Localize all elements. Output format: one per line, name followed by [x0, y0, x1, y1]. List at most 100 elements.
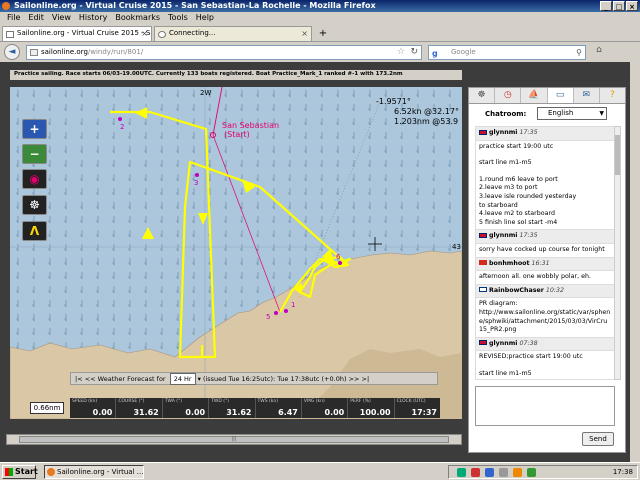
- site-identity-icon: [30, 49, 38, 56]
- tab-sailonline[interactable]: Sailonline.org - Virtual Cruise 2015 - S…: [2, 26, 152, 41]
- instrument-panel: SPEED (kn) 0.00 COURSE (°) 31.62 TWA (°) 0.…: [70, 398, 440, 418]
- tab-chat[interactable]: ▭: [547, 88, 574, 103]
- zoom-out-button[interactable]: −: [22, 144, 47, 164]
- mark-3: [195, 173, 199, 177]
- search-bar[interactable]: g Google ⚲: [428, 45, 586, 60]
- compass-button[interactable]: ◉: [22, 169, 47, 189]
- firefox-icon: [47, 468, 55, 476]
- chat-message-body: afternoon all. one wobbly polar, eh.: [476, 271, 614, 285]
- instrument-value: 0.00: [324, 408, 345, 417]
- instrument-clock: CLOCK (UTC) 17:37: [395, 398, 440, 418]
- horizontal-scrollbar[interactable]: |||: [6, 434, 462, 445]
- url-bar[interactable]: sailonline.org/windy/run/801/ ☆ ↻: [26, 45, 422, 60]
- scrollbar-thumb[interactable]: [615, 135, 620, 175]
- zoom-in-button[interactable]: +: [22, 119, 47, 139]
- search-icon[interactable]: ⚲: [576, 46, 582, 59]
- volume-icon[interactable]: [499, 468, 508, 477]
- send-button[interactable]: Send: [582, 432, 614, 446]
- minimize-button[interactable]: _: [600, 1, 612, 11]
- tab-messages[interactable]: ✉: [574, 88, 600, 103]
- message-author[interactable]: glynnmi: [489, 340, 517, 347]
- menu-bar: File Edit View History Bookmarks Tools H…: [0, 12, 640, 24]
- home-button[interactable]: ⌂: [592, 45, 606, 59]
- message-gap: [479, 362, 611, 370]
- instrument-label: COURSE (°): [118, 399, 145, 404]
- reload-icon[interactable]: ↻: [410, 46, 418, 59]
- mark-label-1: 1: [291, 301, 296, 309]
- close-button[interactable]: ×: [626, 1, 638, 11]
- message-line: PR diagram:: [479, 300, 518, 308]
- taskbar-firefox[interactable]: Sailonline.org - Virtual ...: [44, 465, 144, 479]
- app-icon[interactable]: [527, 468, 536, 477]
- chat-scrollbar[interactable]: [614, 126, 621, 380]
- instrument-twa[interactable]: TWA (°) 0.00: [163, 398, 210, 418]
- tab-clock[interactable]: ◷: [495, 88, 522, 103]
- menu-history[interactable]: History: [76, 12, 110, 24]
- message-author[interactable]: bonhmhoot: [489, 260, 530, 267]
- chat-message: glynnmi 17:35: [476, 127, 614, 141]
- bookmark-star-icon[interactable]: ☆: [397, 46, 405, 59]
- message-line: 5 finish line sol start -m4: [479, 218, 558, 226]
- tab-label: Sailonline.org - Virtual Cruise 2015 - S…: [17, 29, 151, 37]
- chat-input[interactable]: [475, 386, 615, 426]
- menu-file[interactable]: File: [4, 12, 23, 24]
- race-status-message: Practice sailing. Race starts 06/03-19.0…: [10, 70, 462, 80]
- tab-connecting[interactable]: Connecting... ×: [154, 26, 312, 41]
- chatroom-value: English: [548, 109, 574, 117]
- compass-icon: ◉: [29, 172, 40, 186]
- longitude-label: 2W: [200, 89, 212, 97]
- message-link[interactable]: http://www.sailonline.org/static/var/sph…: [479, 309, 611, 335]
- message-author[interactable]: glynnmi: [489, 232, 517, 239]
- taskbar: Start Sailonline.org - Virtual ... 17:38: [0, 462, 640, 480]
- network-icon[interactable]: [457, 468, 466, 477]
- race-map[interactable]: 2W -1.9571° 6.52kn @32.17° 1.203nm @53.9…: [10, 87, 462, 419]
- tab-help[interactable]: ?: [600, 88, 625, 103]
- update-icon[interactable]: [485, 468, 494, 477]
- start-button[interactable]: Start: [2, 465, 38, 479]
- instrument-course[interactable]: COURSE (°) 31.62: [116, 398, 163, 418]
- forecast-prev-controls[interactable]: |< << Weather Forecast for: [75, 375, 166, 383]
- map-scale: 0.66nm: [30, 402, 64, 414]
- finnish-flag-icon: [479, 287, 487, 293]
- maximize-button[interactable]: □: [613, 1, 625, 11]
- chatroom-select[interactable]: English ▼: [537, 107, 607, 120]
- mark-5: [274, 311, 278, 315]
- chevron-down-icon[interactable]: ▾: [198, 375, 201, 383]
- close-tab-icon[interactable]: ×: [301, 29, 308, 38]
- menu-help[interactable]: Help: [193, 12, 217, 24]
- chat-message-body: REVISED;practice start 19:00 utc start l…: [476, 351, 614, 379]
- menu-edit[interactable]: Edit: [25, 12, 47, 24]
- forecast-period-select[interactable]: 24 Hr: [169, 373, 196, 385]
- helm-button[interactable]: ☸: [22, 195, 47, 215]
- app-icon[interactable]: [513, 468, 522, 477]
- back-button[interactable]: ◄: [4, 44, 20, 60]
- start-label: Start: [15, 467, 38, 476]
- heading-label: -1.9571°: [376, 97, 411, 106]
- page-scrollbar[interactable]: [630, 62, 640, 462]
- instrument-label: VMG (kn): [303, 399, 325, 404]
- chat-messages: glynnmi 17:35 practice start 19:00 utc s…: [475, 126, 615, 380]
- tab-navigation[interactable]: ☸: [469, 88, 496, 103]
- instrument-value[interactable]: 0.00: [185, 408, 205, 417]
- scrollbar-thumb[interactable]: |||: [19, 436, 449, 443]
- new-tab-button[interactable]: +: [315, 27, 331, 41]
- tab-boats[interactable]: ⛵: [521, 88, 548, 103]
- close-tab-icon[interactable]: ×: [141, 29, 148, 38]
- swiss-flag-icon: [479, 260, 487, 266]
- menu-bookmarks[interactable]: Bookmarks: [112, 12, 163, 24]
- menu-tools[interactable]: Tools: [165, 12, 191, 24]
- instrument-value: 31.62: [226, 408, 252, 417]
- message-author[interactable]: glynnmi: [489, 129, 517, 136]
- message-author[interactable]: RainbowChaser: [489, 287, 544, 294]
- measure-button[interactable]: Ʌ: [22, 221, 47, 241]
- google-icon: g: [432, 49, 438, 58]
- security-icon[interactable]: [471, 468, 480, 477]
- instrument-value[interactable]: 31.62: [133, 408, 158, 417]
- forecast-next-controls[interactable]: >> >|: [349, 375, 370, 383]
- mark-label-3: 3: [194, 179, 199, 187]
- chevron-down-icon: ▼: [599, 110, 604, 117]
- page-content: Practice sailing. Race starts 06/03-19.0…: [0, 62, 640, 462]
- menu-view[interactable]: View: [49, 12, 74, 24]
- message-time: 17:35: [519, 129, 538, 136]
- chat-message-body: PR diagram: http://www.sailonline.org/st…: [476, 298, 614, 338]
